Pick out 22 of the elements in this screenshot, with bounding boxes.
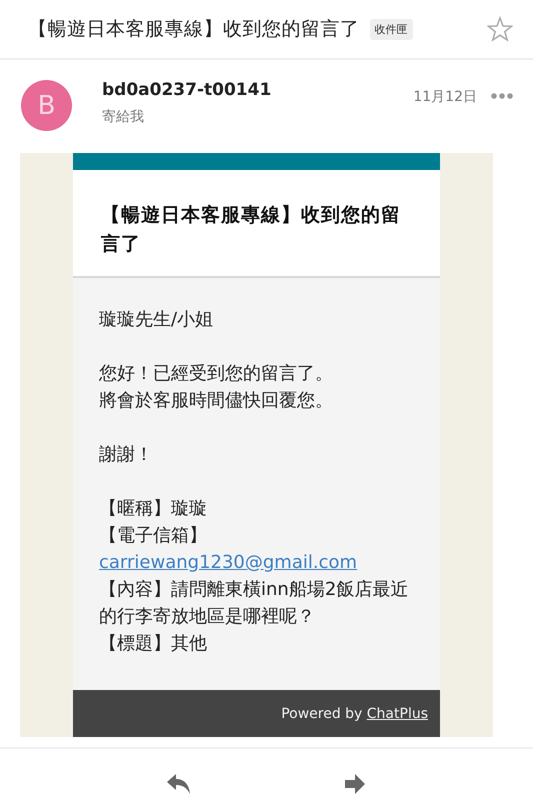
more-icon[interactable] xyxy=(491,93,513,99)
field-text: 【暱稱】璇璇 xyxy=(99,497,208,521)
field-text: 【內容】請問離東橫inn船場2飯店最近的行李寄放地區是哪裡呢？ xyxy=(99,578,410,629)
field-text: 【標題】其他 xyxy=(99,632,208,656)
star-icon[interactable] xyxy=(487,16,513,42)
email-link[interactable]: carriewang1230@gmail.com xyxy=(99,552,358,573)
powered-by-text: Powered by ChatPlus xyxy=(281,706,428,722)
message-text: 謝謝！ xyxy=(99,443,154,467)
message-text: 您好！已經受到您的留言了。 xyxy=(99,362,334,386)
message-text: 璇璇先生/小姐 xyxy=(99,308,214,332)
sender-name: bd0a0237-t00141 xyxy=(102,80,272,100)
reply-icon[interactable] xyxy=(166,773,190,795)
avatar: B xyxy=(21,80,72,131)
recipient-text: 寄給我 xyxy=(102,108,145,126)
date-text: 11月12日 xyxy=(413,88,477,106)
message-text: 將會於客服時間儘快回覆您。 xyxy=(99,389,334,413)
chatplus-link[interactable]: ChatPlus xyxy=(366,706,428,722)
forward-icon[interactable] xyxy=(342,773,366,795)
field-text: 【電子信箱】 carriewang1230@gmail.com xyxy=(99,524,358,575)
inbox-label: 收件匣 xyxy=(370,18,412,40)
email-subject: 【暢遊日本客服專線】收到您的留言了 xyxy=(28,17,360,42)
message-title: 【暢遊日本客服專線】收到您的留言了 xyxy=(73,170,440,278)
